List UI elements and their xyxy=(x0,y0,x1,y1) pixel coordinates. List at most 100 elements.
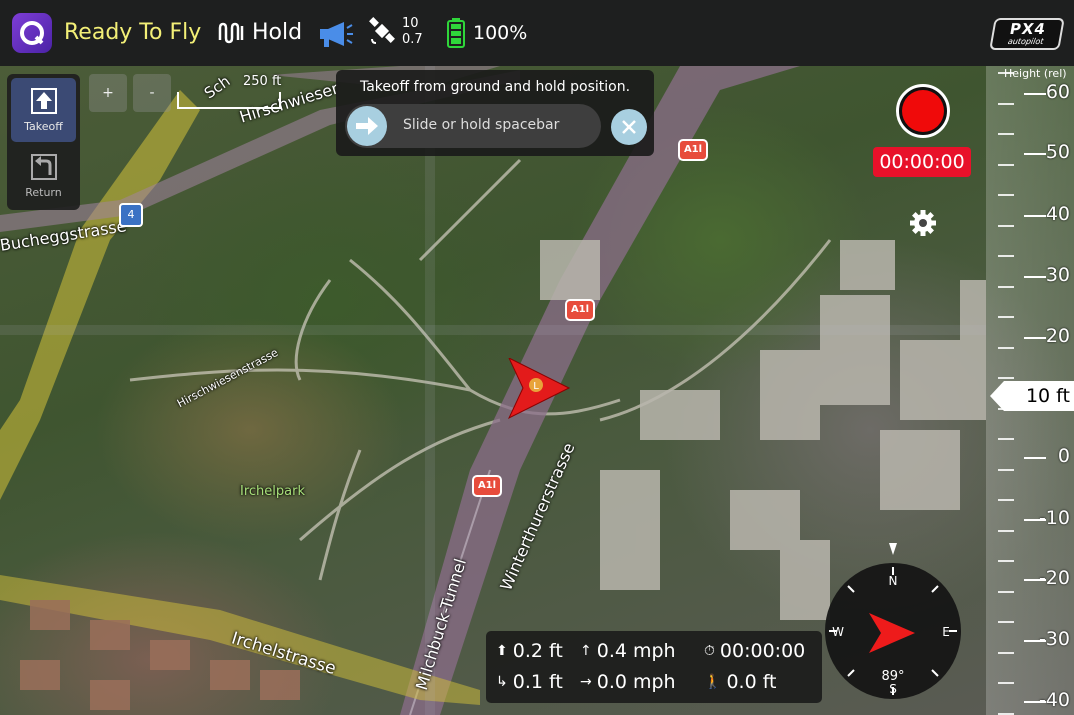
qgc-icon xyxy=(20,21,44,45)
toolbar: Ready To Fly Hold 10 0.7 100% PX4 autopi… xyxy=(0,0,1074,66)
height-tick-major xyxy=(1024,519,1046,521)
map-scale-label: 250 ft xyxy=(243,74,282,89)
height-tick-major xyxy=(1024,579,1046,581)
telemetry-alt-rel: ⬆ 0.2 ft xyxy=(496,640,563,662)
height-tick-minor xyxy=(998,316,1014,318)
height-tick-minor xyxy=(998,499,1014,501)
flight-mode-icon xyxy=(218,22,244,43)
compass[interactable]: N S E W 89° xyxy=(819,543,967,707)
route-shield: A1l xyxy=(678,139,708,161)
takeoff-icon xyxy=(30,88,57,114)
height-tick-label: -40 xyxy=(1038,689,1070,711)
takeoff-button[interactable]: Takeoff xyxy=(11,78,76,142)
compass-s: S xyxy=(889,682,897,696)
flight-time-value: 00:00:00 xyxy=(719,640,806,662)
walking-person-icon: 🚶 xyxy=(704,674,722,690)
compass-n: N xyxy=(889,574,898,588)
height-tick-major xyxy=(1024,215,1046,217)
qgc-logo-button[interactable] xyxy=(12,13,52,53)
height-tick-label: 0 xyxy=(1057,445,1070,467)
height-tick-major xyxy=(1024,701,1046,703)
map-label-irchelpark: Irchelpark xyxy=(240,484,305,499)
height-tick-label: -10 xyxy=(1038,507,1070,529)
height-tick-label: 60 xyxy=(1045,81,1070,103)
brand-big: PX4 xyxy=(1008,20,1048,38)
height-tick-label: 40 xyxy=(1045,203,1070,225)
height-tick-minor xyxy=(998,133,1014,135)
height-tick-label: 30 xyxy=(1045,264,1070,286)
brand-small: autopilot xyxy=(1007,37,1045,46)
height-tick-minor xyxy=(998,591,1014,593)
height-tick-minor xyxy=(998,377,1014,379)
height-tick-major xyxy=(1024,457,1046,459)
takeoff-guided-panel: Takeoff from ground and hold position. S… xyxy=(336,70,654,156)
altitude-up-arrow-icon: ⬆ xyxy=(496,643,508,659)
record-button[interactable] xyxy=(896,84,950,138)
height-tick-major xyxy=(1024,337,1046,339)
height-tick-minor xyxy=(998,438,1014,440)
height-tick-minor xyxy=(998,72,1014,74)
zoom-in-button[interactable]: + xyxy=(89,74,127,112)
messages-megaphone-icon[interactable] xyxy=(318,20,354,52)
telemetry-alt-amsl: ↳ 0.1 ft xyxy=(496,671,563,693)
height-tick-minor xyxy=(998,164,1014,166)
map-scale-bar xyxy=(177,92,281,109)
gps-values: 10 0.7 xyxy=(402,16,423,48)
telemetry-speed: → 0.0 mph xyxy=(580,671,676,693)
px4-logo: PX4 autopilot xyxy=(989,18,1065,50)
height-tick-minor xyxy=(998,225,1014,227)
height-tick-minor xyxy=(998,621,1014,623)
height-tick-major xyxy=(1024,276,1046,278)
battery-percent: 100% xyxy=(473,22,528,44)
return-label: Return xyxy=(25,186,62,199)
slider-arrow-icon[interactable] xyxy=(347,106,387,146)
vehicle-status[interactable]: Ready To Fly xyxy=(64,20,201,45)
route-shield: A1l xyxy=(565,299,595,321)
close-icon[interactable] xyxy=(611,109,647,145)
compass-w: W xyxy=(832,625,844,639)
stopwatch-icon: ⏱ xyxy=(704,643,715,659)
flight-mode-selector[interactable]: Hold xyxy=(218,20,302,45)
compass-heading: 89° xyxy=(881,669,904,684)
route-badge: 4 xyxy=(119,203,143,227)
ground-speed-icon: → xyxy=(580,674,592,690)
height-tick-major xyxy=(1024,93,1046,95)
return-icon xyxy=(30,154,57,180)
gps-indicator[interactable]: 10 0.7 xyxy=(368,16,423,48)
height-tick-label: -20 xyxy=(1038,567,1070,589)
return-button[interactable]: Return xyxy=(11,144,76,208)
ground-speed-value: 0.0 mph xyxy=(596,671,676,693)
height-tick-minor xyxy=(998,347,1014,349)
compass-e: E xyxy=(942,625,950,639)
height-tick-minor xyxy=(998,194,1014,196)
alt-amsl-value: 0.1 ft xyxy=(512,671,563,693)
telemetry-distance: 🚶 0.0 ft xyxy=(704,671,777,693)
height-tick-label: 50 xyxy=(1045,141,1070,163)
gear-icon[interactable] xyxy=(908,208,938,242)
height-tick-minor xyxy=(998,652,1014,654)
height-tick-major xyxy=(1024,640,1046,642)
qgc-fly-view: Sch Hirschwieser Bucheggstrasse Hirschwi… xyxy=(0,0,1074,715)
telemetry-climb: ↑ 0.4 mph xyxy=(580,640,676,662)
gps-hdop: 0.7 xyxy=(402,32,423,47)
compass-heading-pointer-icon xyxy=(889,543,897,555)
gps-sat-count: 10 xyxy=(402,16,419,31)
climb-rate-icon: ↑ xyxy=(580,643,592,659)
zoom-out-button[interactable]: - xyxy=(133,74,171,112)
alt-rel-value: 0.2 ft xyxy=(512,640,563,662)
height-current-value: 10 ft xyxy=(990,381,1074,411)
height-tick-minor xyxy=(998,530,1014,532)
telemetry-panel[interactable]: ⬆ 0.2 ft ↑ 0.4 mph ⏱ 00:00:00 ↳ 0.1 ft →… xyxy=(486,631,822,703)
height-tick-label: 20 xyxy=(1045,325,1070,347)
height-tick-minor xyxy=(998,103,1014,105)
confirm-slider[interactable]: Slide or hold spacebar xyxy=(345,104,601,148)
altitude-amsl-icon: ↳ xyxy=(496,674,508,690)
fly-toolstrip: Takeoff Return xyxy=(7,74,80,210)
distance-value: 0.0 ft xyxy=(726,671,777,693)
height-tick-major xyxy=(1024,153,1046,155)
climb-rate-value: 0.4 mph xyxy=(596,640,676,662)
battery-indicator[interactable]: 100% xyxy=(447,18,527,48)
record-dot-icon xyxy=(902,90,944,132)
satellite-icon xyxy=(369,17,395,44)
height-tick-minor xyxy=(998,286,1014,288)
